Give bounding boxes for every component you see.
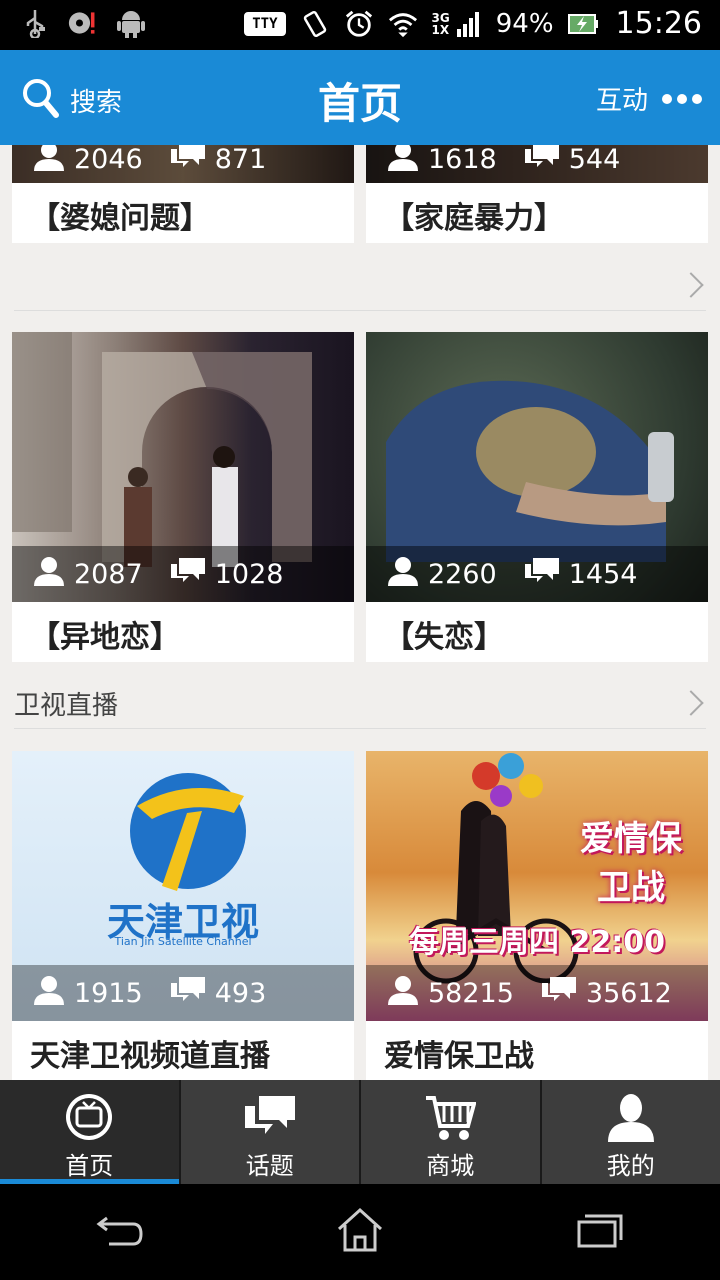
more-dots-icon <box>662 93 702 104</box>
comments-icon <box>169 975 207 1012</box>
views-count: 2260 <box>428 558 497 590</box>
channel-card[interactable]: 天津卫视 Tian Jin Satellite Channel 1915 493… <box>12 751 354 1080</box>
topic-image: 1618 544 <box>366 145 708 183</box>
bottom-tab-bar: 首页 话题 商城 我的 <box>0 1080 720 1184</box>
topic-image: 2087 1028 <box>12 332 354 602</box>
cart-icon <box>424 1092 477 1142</box>
poster-title: 爱情保卫战 <box>580 819 682 908</box>
section-title: 卫视直播 <box>14 690 119 721</box>
section-header-tv[interactable]: 卫视直播 <box>14 678 706 729</box>
channel-label: 天津卫视频道直播 <box>30 1039 270 1074</box>
clock: 15:26 <box>615 6 702 41</box>
views-count: 2087 <box>74 558 143 590</box>
app-bar: 搜索 首页 互动 <box>0 50 720 145</box>
views-icon <box>32 975 66 1012</box>
section-header-topics[interactable] <box>14 260 706 311</box>
topic-label: 【家庭暴力】 <box>384 201 564 236</box>
views-count: 1618 <box>428 145 497 175</box>
topic-card[interactable]: 2260 1454 【失恋】 <box>366 332 708 662</box>
card-stats: 2046 871 <box>12 145 354 183</box>
comments-icon <box>540 975 578 1012</box>
views-icon <box>32 145 66 178</box>
interact-label: 互动 <box>595 86 648 116</box>
comments-icon <box>169 556 207 593</box>
views-count: 58215 <box>428 977 514 1009</box>
views-count: 2046 <box>74 145 143 175</box>
views-icon <box>386 975 420 1012</box>
topic-image: 2260 1454 <box>366 332 708 602</box>
recents-button[interactable] <box>560 1202 640 1262</box>
topic-label: 【失恋】 <box>384 620 504 655</box>
tab-home[interactable]: 首页 <box>0 1080 181 1184</box>
poster-schedule: 每周三周四 22:00 <box>409 925 665 960</box>
topic-card[interactable]: 2087 1028 【异地恋】 <box>12 332 354 662</box>
views-icon <box>386 556 420 593</box>
logo-subtext: Tian Jin Satellite Channel <box>114 935 252 948</box>
content-scroll[interactable]: 2046 871 【婆媳问题】 1618 544 【家庭暴力】 2087 102… <box>0 145 720 1080</box>
system-nav-bar <box>0 1184 720 1280</box>
home-button[interactable] <box>320 1202 400 1262</box>
home-icon <box>335 1207 385 1257</box>
back-button[interactable] <box>80 1202 160 1262</box>
vibrate-icon <box>300 9 330 39</box>
chevron-right-icon <box>678 272 704 298</box>
recents-icon <box>575 1210 625 1254</box>
tab-topics[interactable]: 话题 <box>180 1080 361 1184</box>
channel-card[interactable]: 爱情保卫战 每周三周四 22:00 58215 35612 爱情保卫战 <box>366 751 708 1080</box>
channel-image: 爱情保卫战 每周三周四 22:00 58215 35612 <box>366 751 708 1021</box>
search-button[interactable]: 搜索 <box>22 78 122 122</box>
tab-mine[interactable]: 我的 <box>541 1080 720 1184</box>
tab-label: 首页 <box>65 1152 114 1180</box>
comments-count: 871 <box>214 145 267 175</box>
wifi-icon <box>388 9 418 39</box>
back-arrow-icon <box>95 1210 145 1254</box>
tab-label: 我的 <box>606 1152 655 1180</box>
topic-image: 2046 871 <box>12 145 354 183</box>
battery-percent: 94% <box>495 8 554 39</box>
channel-label: 爱情保卫战 <box>384 1039 534 1074</box>
person-icon <box>606 1092 656 1142</box>
tab-label: 话题 <box>245 1152 294 1180</box>
comments-icon <box>523 556 561 593</box>
interact-button[interactable]: 互动 <box>596 80 702 117</box>
views-count: 1915 <box>74 977 143 1009</box>
comments-count: 1454 <box>568 558 638 590</box>
android-icon <box>116 8 146 38</box>
card-stats: 1915 493 <box>12 965 354 1021</box>
topic-card[interactable]: 2046 871 【婆媳问题】 <box>12 145 354 243</box>
comments-count: 493 <box>214 977 267 1009</box>
chat-icon <box>243 1092 297 1142</box>
alarm-icon <box>344 9 374 39</box>
views-icon <box>386 145 420 178</box>
tv-icon <box>64 1092 114 1142</box>
card-stats: 2260 1454 <box>366 546 708 602</box>
comments-count: 1028 <box>214 558 284 590</box>
search-label: 搜索 <box>70 87 123 118</box>
comments-icon <box>169 145 207 178</box>
tty-indicator: TTY <box>244 11 286 36</box>
topic-label: 【婆媳问题】 <box>30 201 210 236</box>
card-stats: 2087 1028 <box>12 546 354 602</box>
chevron-right-icon <box>678 690 704 716</box>
sd-card-alert-icon <box>68 8 98 38</box>
comments-icon <box>523 145 561 178</box>
network-type: 3G 1X <box>431 10 450 37</box>
channel-image: 天津卫视 Tian Jin Satellite Channel 1915 493 <box>12 751 354 1021</box>
card-stats: 1618 544 <box>366 145 708 183</box>
comments-count: 544 <box>568 145 621 175</box>
topic-label: 【异地恋】 <box>30 620 180 655</box>
status-bar: TTY 3G 1X 94% 15:26 <box>0 0 720 50</box>
comments-count: 35612 <box>585 977 672 1009</box>
usb-icon <box>20 8 50 38</box>
card-stats: 58215 35612 <box>366 965 708 1021</box>
signal-icon <box>452 9 482 39</box>
battery-charging-icon <box>567 9 598 39</box>
tab-label: 商城 <box>426 1152 475 1180</box>
search-icon <box>22 78 60 122</box>
topic-card[interactable]: 1618 544 【家庭暴力】 <box>366 145 708 243</box>
tab-store[interactable]: 商城 <box>361 1080 542 1184</box>
views-icon <box>32 556 66 593</box>
